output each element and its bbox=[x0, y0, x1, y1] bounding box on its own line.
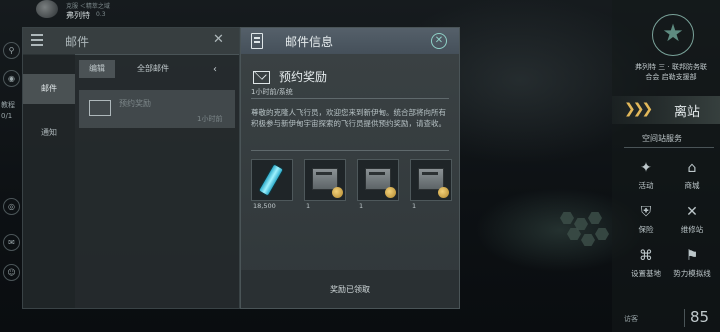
repair-icon: ✕ bbox=[686, 204, 698, 220]
category-notice[interactable]: 通知 bbox=[23, 118, 75, 148]
envelope-icon bbox=[253, 71, 270, 84]
divider bbox=[251, 98, 449, 99]
service-shop[interactable]: ⌂ 商城 bbox=[672, 160, 712, 191]
attachment-slot[interactable]: 1 bbox=[304, 159, 346, 210]
tutorial-progress: 0/1 bbox=[1, 112, 13, 120]
mail-list-title: 邮件 bbox=[65, 35, 90, 49]
attachment-count: 1 bbox=[359, 202, 364, 210]
corp-info: 弗列特 三 · 联邦防务联 合会 启勒支援部 bbox=[624, 62, 718, 82]
gold-badge-icon bbox=[438, 187, 449, 198]
attachment-count: 1 bbox=[306, 202, 311, 210]
insurance-icon: ⛨ bbox=[640, 204, 652, 220]
person-icon[interactable]: ☺ bbox=[3, 264, 20, 281]
mail-detail-panel: 邮件信息 ✕ 预约奖励 1小时前/系统 尊敬的克隆人飞行员，欢迎您来到新伊甸。统… bbox=[240, 27, 460, 309]
reward-status: 奖励已领取 bbox=[330, 285, 370, 294]
service-label: 保险 bbox=[638, 225, 654, 234]
all-mail-filter[interactable]: 全部邮件 bbox=[123, 60, 183, 78]
envelope-icon bbox=[89, 100, 111, 116]
mail-list-panel: 邮件 ✕ 邮件 通知 编辑 全部邮件 ‹ 预约奖励 1小时前 bbox=[22, 27, 240, 309]
mail-body: 尊敬的克隆人飞行员，欢迎您来到新伊甸。统合部将向所有积极参与新伊甸宇宙探索的飞行… bbox=[251, 108, 446, 128]
map-pin-icon[interactable]: ⚲ bbox=[3, 42, 20, 59]
location-icon[interactable]: ◉ bbox=[3, 70, 20, 87]
close-icon[interactable]: ✕ bbox=[431, 33, 447, 49]
category-mail[interactable]: 邮件 bbox=[23, 74, 75, 104]
document-icon bbox=[251, 33, 263, 49]
booster-canister-icon bbox=[257, 163, 285, 197]
chevron-right-icon: ❯❯❯ bbox=[624, 101, 653, 117]
faction-icon: ⚑ bbox=[685, 248, 699, 264]
mail-detail-header: 邮件信息 ✕ bbox=[241, 28, 459, 54]
target-icon[interactable]: ◎ bbox=[3, 198, 20, 215]
mail-category-sidebar: 邮件 通知 bbox=[23, 54, 75, 308]
undock-label: 离站 bbox=[674, 105, 701, 120]
service-label: 商城 bbox=[684, 181, 700, 190]
attachment-count: 1 bbox=[412, 202, 417, 210]
service-insurance[interactable]: ⛨ 保险 bbox=[626, 204, 666, 235]
visitor-count: 85 bbox=[690, 308, 710, 326]
corp-emblem-icon[interactable] bbox=[652, 14, 694, 56]
service-activity[interactable]: ✦ 活动 bbox=[626, 160, 666, 191]
mail-item-time: 1小时前 bbox=[197, 115, 223, 123]
left-edge-toolbar: ⚲ ◉ 教程 0/1 ◎ ✉ ☺ bbox=[0, 24, 22, 332]
mail-list-header: 邮件 ✕ bbox=[23, 28, 239, 55]
service-label: 活动 bbox=[638, 181, 654, 190]
gold-badge-icon bbox=[332, 187, 343, 198]
services-title: 空间站服务 bbox=[642, 134, 682, 143]
divider bbox=[251, 150, 449, 151]
menu-icon[interactable] bbox=[31, 34, 43, 46]
service-set-home[interactable]: ⌘ 设置基地 bbox=[626, 248, 666, 279]
attachment-slot[interactable]: 1 bbox=[410, 159, 452, 210]
divider bbox=[684, 309, 685, 327]
shop-icon: ⌂ bbox=[687, 160, 697, 176]
divider bbox=[624, 147, 714, 148]
visitor-label[interactable]: 访客 bbox=[624, 314, 638, 324]
attachment-slot[interactable]: 18,500 bbox=[251, 159, 293, 210]
service-label: 设置基地 bbox=[631, 269, 661, 278]
activity-icon: ✦ bbox=[640, 160, 652, 176]
set-home-icon: ⌘ bbox=[639, 248, 653, 264]
mail-list-item[interactable]: 预约奖励 1小时前 bbox=[79, 90, 235, 128]
attachment-count: 18,500 bbox=[253, 202, 276, 210]
mail-item-name: 预约奖励 bbox=[119, 99, 151, 108]
edit-button[interactable]: 编辑 bbox=[79, 60, 115, 78]
station-side-panel: 弗列特 三 · 联邦防务联 合会 启勒支援部 ❯❯❯ 离站 空间站服务 ✦ 活动… bbox=[612, 0, 720, 332]
corp-line-1: 弗列特 三 · 联邦防务联 bbox=[635, 63, 707, 71]
tutorial-label[interactable]: 教程 bbox=[1, 100, 15, 110]
player-name: 弗列特 bbox=[66, 11, 90, 20]
close-icon[interactable]: ✕ bbox=[213, 32, 224, 47]
service-label: 维修站 bbox=[680, 225, 704, 234]
collapse-icon[interactable]: ‹ bbox=[213, 64, 217, 75]
attachment-slot[interactable]: 1 bbox=[357, 159, 399, 210]
location-label: 克服 ＜精萃之域 bbox=[66, 3, 110, 10]
service-label: 势力模拟线 bbox=[673, 269, 711, 278]
mail-toolbar: 编辑 全部邮件 bbox=[75, 60, 231, 78]
mail-detail-title: 邮件信息 bbox=[285, 35, 334, 49]
service-faction[interactable]: ⚑ 势力模拟线 bbox=[672, 248, 712, 279]
service-repair[interactable]: ✕ 维修站 bbox=[672, 204, 712, 235]
gold-badge-icon bbox=[385, 187, 396, 198]
corp-line-2: 合会 启勒支援部 bbox=[645, 73, 697, 81]
player-level: 0.3 bbox=[96, 11, 106, 18]
chat-icon[interactable]: ✉ bbox=[3, 234, 20, 251]
undock-button[interactable]: ❯❯❯ 离站 bbox=[612, 96, 720, 124]
mail-meta: 1小时前/系统 bbox=[251, 88, 293, 96]
station-status-bar: 访客 85 bbox=[612, 305, 720, 332]
player-avatar[interactable] bbox=[36, 0, 58, 18]
mail-subject: 预约奖励 bbox=[279, 70, 328, 84]
